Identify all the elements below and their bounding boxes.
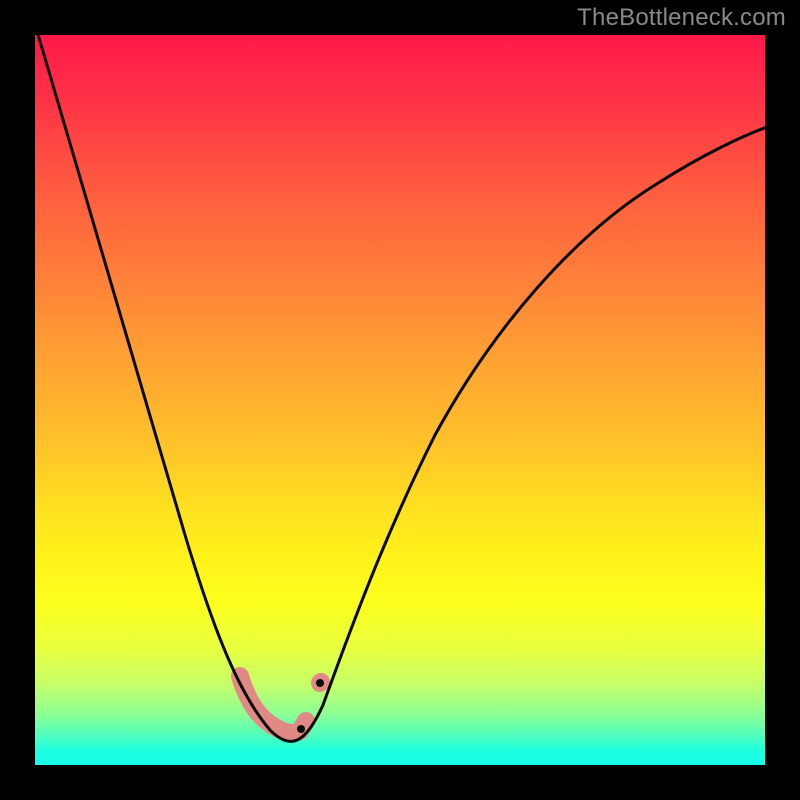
curve-overlay [35, 35, 765, 765]
watermark-text: TheBottleneck.com [577, 4, 786, 32]
marker-dot-icon [297, 725, 305, 733]
chart-root: TheBottleneck.com [0, 0, 800, 800]
marker-dot-icon [316, 679, 324, 687]
plot-area [35, 35, 765, 765]
bottleneck-curve-line [37, 35, 765, 741]
